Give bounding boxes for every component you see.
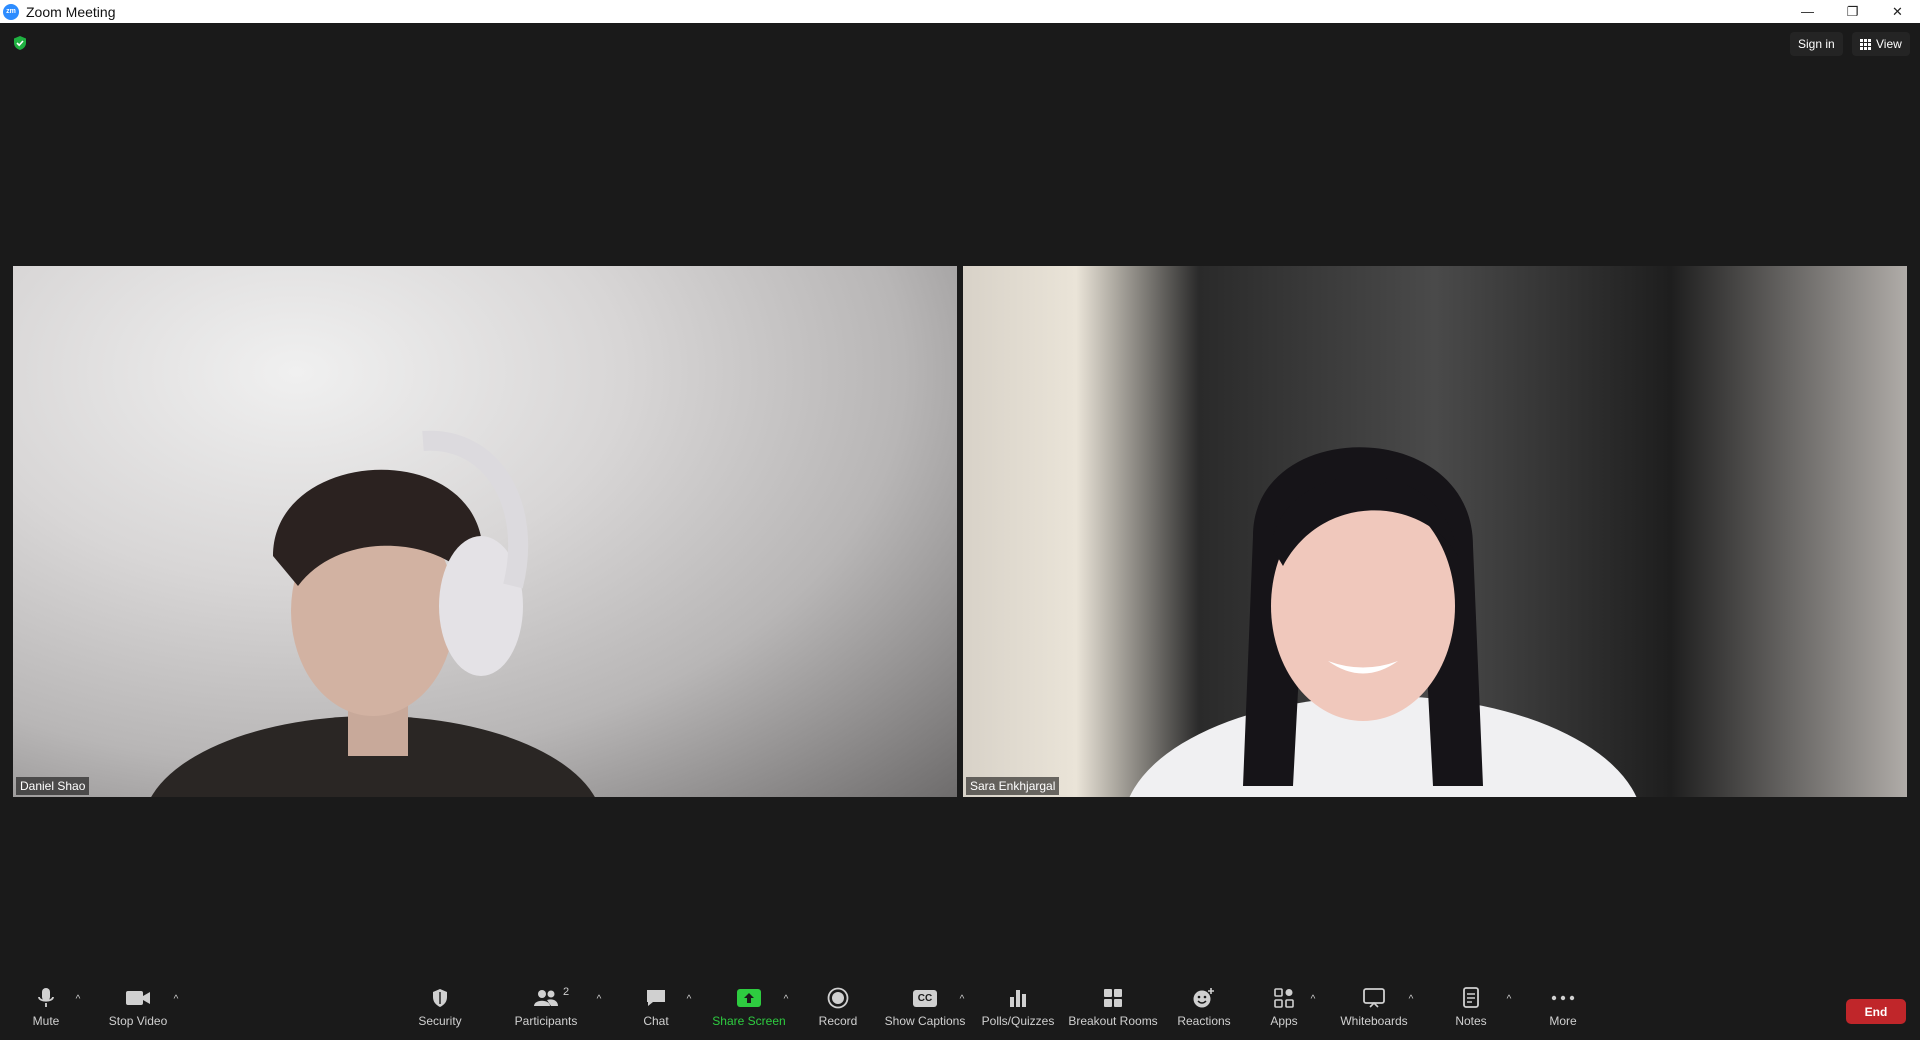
show-captions-button[interactable]: CC Show Captions: [885, 986, 965, 1034]
whiteboard-icon: [1363, 988, 1385, 1008]
meeting-toolbar: Mute ^ Stop Video ^ Security 2 Participa…: [0, 980, 1920, 1040]
participant-video: [1129, 447, 1637, 797]
window-title: Zoom Meeting: [26, 3, 116, 20]
meeting-area: Sign in View Daniel Shao Sara Enkhjargal: [0, 23, 1920, 980]
record-button[interactable]: Record: [798, 986, 878, 1034]
share-screen-button[interactable]: Share Screen: [709, 986, 789, 1034]
apps-icon: [1274, 988, 1294, 1008]
video-camera-icon: [126, 991, 150, 1005]
show-captions-label: Show Captions: [884, 1014, 966, 1028]
notes-button[interactable]: Notes: [1431, 986, 1511, 1034]
breakout-rooms-icon: [1104, 989, 1122, 1007]
participant-name-tag: Daniel Shao: [16, 777, 90, 795]
participant-name-tag: Sara Enkhjargal: [966, 777, 1060, 795]
view-button[interactable]: View: [1852, 32, 1910, 56]
whiteboards-label: Whiteboards: [1340, 1014, 1408, 1028]
restore-button[interactable]: ❐: [1830, 0, 1875, 23]
share-screen-icon: [737, 989, 761, 1007]
sign-in-button[interactable]: Sign in: [1790, 32, 1843, 56]
end-meeting-button[interactable]: End: [1846, 999, 1906, 1024]
polls-quizzes-button[interactable]: Polls/Quizzes: [978, 986, 1058, 1034]
apps-label: Apps: [1270, 1014, 1298, 1028]
whiteboards-button[interactable]: Whiteboards: [1334, 986, 1414, 1034]
record-icon: [827, 987, 849, 1009]
title-bar: zm Zoom Meeting — ❐ ✕: [0, 0, 1920, 23]
grid-icon: [1860, 38, 1871, 50]
more-ellipsis-icon: [1551, 995, 1575, 1001]
chat-label: Chat: [643, 1014, 669, 1028]
reactions-label: Reactions: [1177, 1014, 1231, 1028]
reactions-button[interactable]: Reactions: [1164, 986, 1244, 1034]
participants-icon: [534, 990, 558, 1006]
notes-label: Notes: [1455, 1014, 1487, 1028]
apps-options-caret[interactable]: ^: [1306, 994, 1320, 1005]
security-button[interactable]: Security: [400, 986, 480, 1034]
chat-bubble-icon: [647, 990, 665, 1006]
share-screen-label: Share Screen: [712, 1014, 786, 1028]
notes-options-caret[interactable]: ^: [1502, 994, 1516, 1005]
stop-video-label: Stop Video: [108, 1014, 168, 1028]
audio-options-caret[interactable]: ^: [71, 994, 85, 1005]
microphone-icon: [38, 988, 54, 1007]
more-label: More: [1549, 1014, 1577, 1028]
breakout-rooms-label: Breakout Rooms: [1068, 1014, 1158, 1028]
participants-options-caret[interactable]: ^: [592, 994, 606, 1005]
zoom-logo-icon: zm: [3, 3, 19, 20]
video-options-caret[interactable]: ^: [169, 994, 183, 1005]
mute-label: Mute: [32, 1014, 60, 1028]
stop-video-button[interactable]: Stop Video: [98, 986, 178, 1034]
participant-video: [151, 430, 595, 797]
record-label: Record: [818, 1014, 858, 1028]
participants-label: Participants: [514, 1014, 578, 1028]
window-controls: — ❐ ✕: [1785, 0, 1920, 23]
notes-icon: [1463, 987, 1479, 1008]
security-shield-icon: [433, 989, 447, 1007]
security-label: Security: [418, 1014, 462, 1028]
share-options-caret[interactable]: ^: [779, 994, 793, 1005]
participants-count-badge: 2: [563, 986, 570, 998]
breakout-rooms-button[interactable]: Breakout Rooms: [1068, 986, 1158, 1034]
encryption-shield-icon[interactable]: [12, 35, 28, 51]
reactions-smiley-icon: [1193, 988, 1214, 1008]
minimize-button[interactable]: —: [1785, 0, 1830, 23]
chat-options-caret[interactable]: ^: [682, 994, 696, 1005]
video-tile-sara[interactable]: Sara Enkhjargal: [963, 266, 1907, 797]
polls-quizzes-label: Polls/Quizzes: [981, 1014, 1055, 1028]
captions-options-caret[interactable]: ^: [955, 994, 969, 1005]
bar-chart-icon: [1010, 990, 1026, 1007]
more-button[interactable]: More: [1523, 986, 1603, 1034]
close-button[interactable]: ✕: [1875, 0, 1920, 23]
view-label: View: [1876, 37, 1902, 51]
video-tile-daniel[interactable]: Daniel Shao: [13, 266, 957, 797]
captions-cc-icon: CC: [913, 989, 937, 1007]
participants-button[interactable]: 2 Participants: [506, 986, 586, 1034]
whiteboards-options-caret[interactable]: ^: [1404, 994, 1418, 1005]
